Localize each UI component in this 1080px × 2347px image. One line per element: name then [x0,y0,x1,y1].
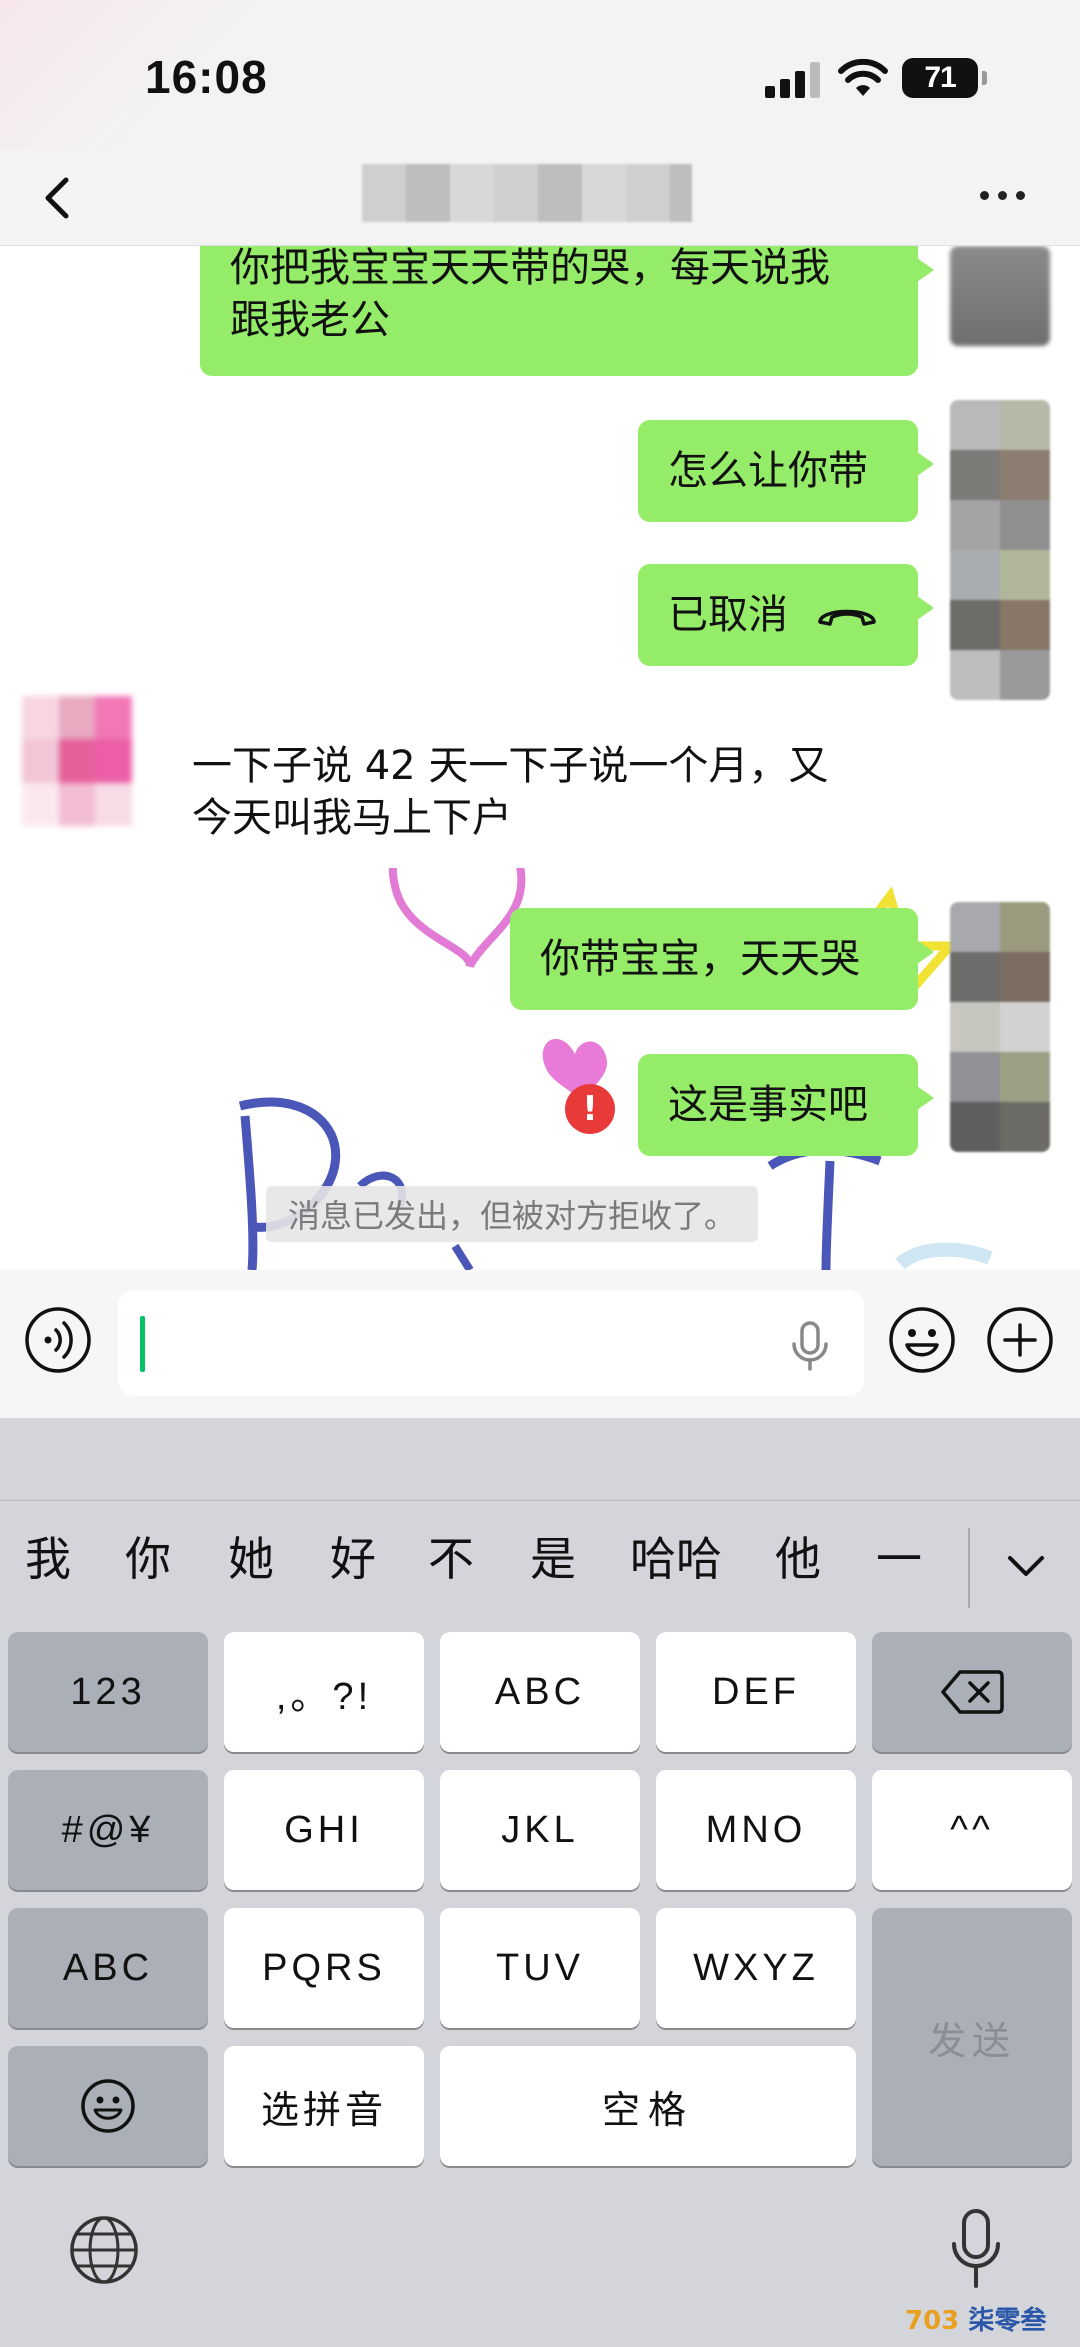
globe-icon[interactable] [68,2214,140,2286]
system-notice: 消息已发出，但被对方拒收了。 [266,1186,759,1242]
cellular-signal-icon [765,62,821,98]
key-wxyz[interactable]: WXYZ [656,1908,856,2028]
candidate-word[interactable]: 好 [330,1523,376,1589]
key-def[interactable]: DEF [656,1632,856,1752]
key-emoticon[interactable]: ^^ [872,1770,1072,1890]
backspace-key[interactable] [872,1632,1072,1752]
status-time: 16:08 [145,51,268,103]
message-text: 你把我宝宝天天带的哭，每天说我 [230,246,830,291]
ime-keyboard: 我 你 她 好 不 是 哈哈 他 一 123 ,。?! ABC DEF #@¥ … [0,1418,1080,2347]
candidate-word[interactable]: 她 [228,1523,274,1589]
contact-avatar[interactable] [22,696,132,826]
key-select-pinyin[interactable]: 选拼音 [224,2046,424,2166]
plus-icon[interactable] [986,1306,1054,1374]
my-avatar[interactable] [950,902,1050,1152]
microphone-icon[interactable] [950,2208,1002,2290]
message-text: 跟我老公 [230,297,390,343]
candidate-divider [968,1528,970,1608]
message-text: 今天叫我马上下户 [192,795,512,841]
send-key[interactable]: 发送 [872,1908,1072,2166]
candidate-word[interactable]: 一 [876,1523,922,1589]
status-bar: 16:08 71 [0,0,1080,150]
message-text: 这是事实吧 [668,1082,868,1128]
chevron-down-icon[interactable] [1000,1540,1052,1592]
message-bubble[interactable]: 你带宝宝，天天哭 [510,908,934,1010]
my-avatar[interactable] [950,400,1050,700]
key-abc-mode[interactable]: ABC [8,1908,208,2028]
input-bar [0,1270,1080,1418]
text-caret [140,1316,145,1372]
candidate-word[interactable]: 是 [530,1523,576,1589]
voice-toggle-icon[interactable] [24,1306,92,1374]
key-tuv[interactable]: TUV [440,1908,640,2028]
more-dots-icon[interactable] [980,180,1040,210]
chat-header [0,150,1080,246]
message-bubble[interactable]: 怎么让你带 [638,420,934,522]
key-123[interactable]: 123 [8,1632,208,1752]
key-punctuation[interactable]: ,。?! [224,1632,424,1752]
watermark-logo: 703 柒零叁 [905,2306,1047,2336]
emoji-key-icon [81,2079,135,2133]
candidate-word[interactable]: 他 [775,1523,821,1589]
microphone-icon[interactable] [788,1320,832,1372]
candidate-word[interactable]: 我 [25,1523,71,1589]
message-text: 怎么让你带 [668,448,868,494]
message-text: 你带宝宝，天天哭 [540,936,860,982]
emoji-key[interactable] [8,2046,208,2166]
message-bubble[interactable]: 一下子说 42 天一下子说一个月，又 今天叫我马上下户 [146,718,900,868]
candidate-word[interactable]: 哈哈 [630,1523,722,1589]
my-avatar[interactable] [950,246,1050,346]
message-bubble[interactable]: 这是事实吧 [638,1054,934,1156]
chat-title-redacted [362,164,692,222]
emoji-icon[interactable] [888,1306,956,1374]
key-mno[interactable]: MNO [656,1770,856,1890]
wifi-icon [838,58,888,96]
watermark-text: 柒零叁 [968,2306,1047,2336]
message-text: 已取消 [668,592,788,638]
key-pqrs[interactable]: PQRS [224,1908,424,2028]
call-cancelled-bubble[interactable]: 已取消 [638,564,934,666]
candidate-word[interactable]: 你 [125,1523,171,1589]
key-abc[interactable]: ABC [440,1632,640,1752]
battery-indicator: 71 [902,58,987,98]
message-list[interactable]: 你把我宝宝天天带的哭，每天说我 跟我老公 怎么让你带 已取消 一下子说 42 天… [0,246,1080,1270]
backspace-icon [941,1670,1004,1714]
message-input[interactable] [118,1290,864,1396]
message-bubble[interactable]: 你把我宝宝天天带的哭，每天说我 跟我老公 [200,246,934,376]
key-ghi[interactable]: GHI [224,1770,424,1890]
key-symbols[interactable]: #@¥ [8,1770,208,1890]
space-key[interactable]: 空格 [440,2046,856,2166]
chevron-left-icon[interactable] [30,168,90,228]
candidate-word[interactable]: 不 [428,1523,474,1589]
hangup-phone-icon [818,609,876,626]
send-failed-icon[interactable]: ! [565,1084,615,1134]
key-jkl[interactable]: JKL [440,1770,640,1890]
candidate-bar: 我 你 她 好 不 是 哈哈 他 一 [0,1500,1080,1610]
message-text: 一下子说 42 天一下子说一个月，又 [192,743,829,789]
